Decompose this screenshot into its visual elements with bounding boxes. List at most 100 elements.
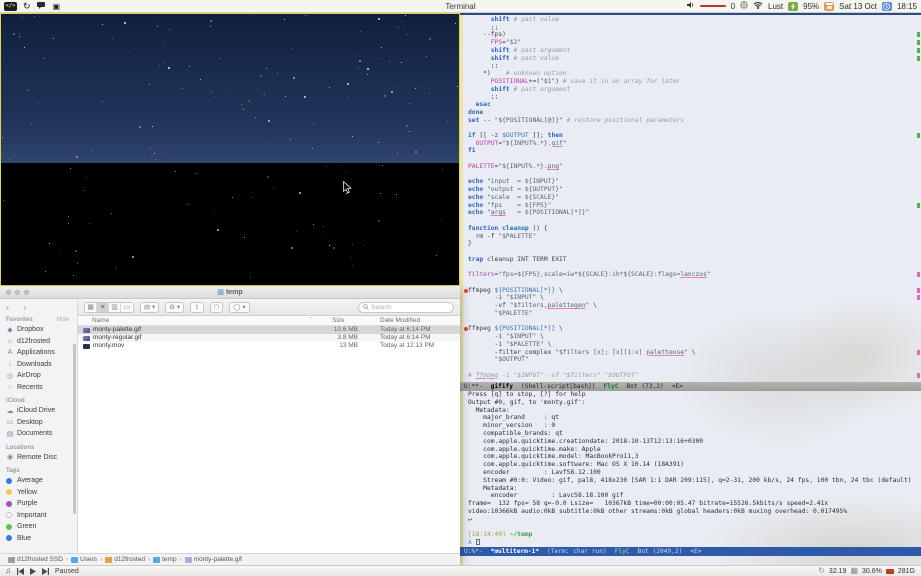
code-line: shift # past argument [468, 47, 921, 55]
code-line: "$PALETTE" [468, 310, 921, 318]
star [296, 231, 297, 232]
star [38, 102, 39, 103]
sidebar-item-purple[interactable]: Purple [6, 498, 77, 510]
share-button[interactable]: ⇧ [190, 302, 203, 313]
breadcrumb-separator: › [148, 556, 150, 563]
file-row[interactable]: monty.mov13 MBToday at 12:13 PM [78, 342, 460, 350]
column-header-date[interactable]: Date Modified [380, 317, 420, 324]
next-track-icon[interactable] [42, 568, 49, 575]
star [381, 47, 382, 48]
globe-icon[interactable] [740, 1, 748, 11]
calendar-icon[interactable] [824, 2, 834, 11]
finder-title-bar[interactable]: ▨temp [0, 286, 460, 299]
star [152, 126, 153, 127]
gallery-view-button[interactable]: ▭ [121, 303, 133, 312]
star [437, 51, 438, 52]
volume-icon[interactable] [687, 1, 695, 11]
star [13, 33, 15, 35]
terminal-buffer-multiterm[interactable]: Press [q] to stop, [?] for helpOutput #0… [463, 391, 921, 547]
column-view-button[interactable]: ▥ [109, 303, 121, 312]
sidebar-item-documents[interactable]: ▤Documents [6, 428, 77, 440]
sidebar-item-dropbox[interactable]: ◆Dropbox [6, 324, 77, 336]
star [210, 20, 212, 22]
icon-view-button[interactable]: ▦ [85, 303, 97, 312]
file-size: 3.8 MB [278, 334, 358, 342]
sidebar-item-blue[interactable]: Blue [6, 533, 77, 545]
code-line: -i "$PALETTE" \ [468, 341, 921, 349]
column-header-name[interactable]: Name [92, 317, 109, 324]
modeline-position: Bot (73,2) [626, 382, 663, 391]
star [19, 33, 20, 34]
sidebar-item-applications[interactable]: AApplications [6, 347, 77, 359]
code-line [468, 364, 921, 372]
previous-track-icon[interactable] [17, 568, 24, 575]
file-row[interactable]: monty-palette.gif10.6 MBToday at 6:14 PM [78, 326, 460, 334]
file-icon [185, 557, 192, 563]
star [455, 23, 456, 24]
diff-added-mark [917, 56, 920, 61]
action-menu-button[interactable]: ⚙ ▾ [165, 302, 184, 313]
quick-actions-button[interactable]: ◯ ▾ [229, 302, 249, 313]
modeline-script-buffer[interactable]: U:**- gifify (Shell-script[bash]) FlyC B… [460, 382, 921, 391]
breadcrumb-item[interactable]: d12frosted SSD [8, 556, 63, 563]
back-forward-buttons[interactable]: ‹ › [6, 302, 77, 312]
sort-direction-caret[interactable]: ˆ [310, 317, 312, 324]
sidebar-hide-button[interactable]: Hide [57, 317, 77, 323]
terminal-line: [18:14:40] ~/temp [468, 531, 921, 539]
script-buffer-gifify[interactable]: shift # past value ;; --fps) FPS="$2" sh… [463, 16, 921, 381]
sidebar-item-average[interactable]: Average [6, 475, 77, 487]
network-name[interactable]: Lust [768, 2, 783, 11]
breadcrumb-item[interactable]: temp [153, 556, 176, 563]
sidebar-item-d12frosted[interactable]: ⌂d12frosted [6, 336, 77, 348]
sidebar-item-green[interactable]: Green [6, 521, 77, 533]
group-button[interactable]: ▤ ▾ [140, 302, 159, 313]
file-name: monty-palette.gif [93, 326, 141, 334]
breadcrumb-item[interactable]: d12frosted [105, 556, 145, 563]
list-view-button[interactable]: ≡ [97, 303, 109, 312]
star [260, 75, 262, 77]
code-line [468, 124, 921, 132]
code-line: fi [468, 147, 921, 155]
star [196, 173, 197, 174]
terminal-line: com.apple.quicktime.software: Mac OS X 1… [468, 461, 921, 469]
diff-changed-mark [917, 272, 920, 277]
file-row[interactable]: monty-regular.gif3.8 MBToday at 6:14 PM [78, 334, 460, 342]
code-line: set -- "${POSITIONAL[@]}" # restore posi… [468, 117, 921, 125]
star [292, 48, 293, 49]
file-thumbnail-icon [83, 336, 90, 341]
star [398, 27, 399, 28]
play-icon[interactable] [30, 568, 36, 575]
sidebar-item-remote-disc[interactable]: ◉Remote Disc [6, 452, 77, 464]
finder-window: ▨temp ‹ › FavoritesHide◆Dropbox⌂d12frost… [0, 286, 460, 565]
view-switcher[interactable]: ▦≡▥▭ [84, 302, 134, 313]
star [409, 131, 410, 132]
sidebar-item-recents[interactable]: ○Recents [6, 382, 77, 394]
breadcrumb-item[interactable]: monty-palette.gif [185, 556, 242, 563]
modeline-terminal-buffer[interactable]: U:%*- *multiterm-1* (Term: char run) Fly… [460, 547, 921, 556]
battery-icon[interactable] [788, 2, 798, 11]
sidebar-scrollbar[interactable] [73, 344, 76, 514]
breadcrumb-separator: › [100, 556, 102, 563]
sidebar-item-yellow[interactable]: Yellow [6, 487, 77, 499]
breadcrumb-item[interactable]: Users [71, 556, 97, 563]
star [154, 153, 155, 154]
sidebar-item-important[interactable]: Important [6, 510, 77, 522]
tags-button[interactable]: ⬠ [210, 302, 224, 313]
volume-slider[interactable] [700, 5, 726, 7]
star [89, 223, 90, 224]
video-preview-night-sky[interactable] [0, 13, 460, 286]
star [31, 124, 32, 125]
search-input[interactable]: Search [358, 302, 454, 313]
sidebar-item-downloads[interactable]: ↓Downloads [6, 359, 77, 371]
sidebar-item-icloud-drive[interactable]: ☁iCloud Drive [6, 405, 77, 417]
wifi-icon[interactable] [753, 1, 763, 11]
modeline-state: U:**- [464, 382, 483, 391]
clock-icon[interactable] [882, 2, 892, 11]
sidebar-item-desktop[interactable]: ▭Desktop [6, 417, 77, 429]
column-header-size[interactable]: Size [332, 317, 345, 324]
sidebar-item-airdrop[interactable]: ◎AirDrop [6, 370, 77, 382]
star [19, 36, 20, 37]
file-thumbnail-icon [83, 328, 90, 333]
star [389, 61, 390, 62]
terminal-line: compatible_brands: qt [468, 430, 921, 438]
